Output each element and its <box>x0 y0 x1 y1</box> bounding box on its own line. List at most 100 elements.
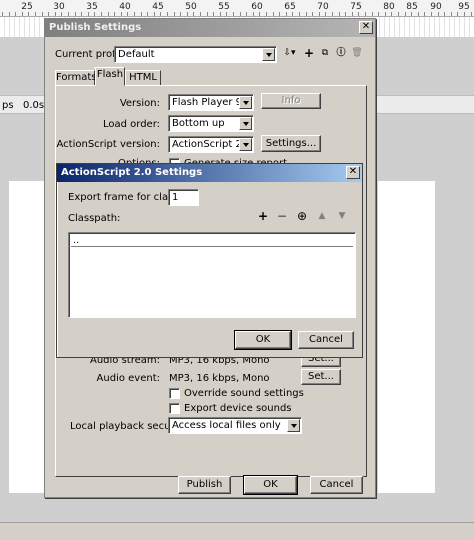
add-profile-icon[interactable]: + <box>302 47 316 61</box>
ruler-tick <box>272 12 274 16</box>
ruler-tick <box>266 12 267 16</box>
version-label: Version: <box>119 98 160 109</box>
remove-path-icon[interactable]: − <box>275 210 289 224</box>
local-playback-security-value: Access local files only <box>172 420 281 431</box>
ok-button[interactable]: OK <box>243 475 298 495</box>
publish-settings-titlebar[interactable]: Publish Settings ✕ <box>45 19 375 37</box>
tab-formats[interactable]: Formats <box>55 70 96 86</box>
browse-to-path-icon[interactable]: ⊕ <box>295 210 309 224</box>
ruler-tick <box>28 12 30 16</box>
load-order-select[interactable]: Bottom up <box>168 115 254 132</box>
actionscript-settings-button[interactable]: Settings... <box>261 135 321 152</box>
list-item[interactable]: .. <box>71 235 353 247</box>
ruler-tick <box>48 12 50 16</box>
ruler-tick <box>41 12 43 16</box>
audio-event-label: Audio event: <box>96 373 160 384</box>
publish-button[interactable]: Publish <box>178 476 231 494</box>
export-frame-input[interactable]: 1 <box>168 189 199 206</box>
classpath-list[interactable]: .. <box>68 232 356 318</box>
actionscript-version-select[interactable]: ActionScript 2.0 <box>168 136 254 153</box>
move-down-icon[interactable]: ▼ <box>335 210 349 224</box>
ruler-tick <box>153 12 155 16</box>
ruler-tick <box>54 12 56 16</box>
dialog-title: Publish Settings <box>49 22 142 33</box>
actionscript-settings-titlebar[interactable]: ActionScript 2.0 Settings ✕ <box>57 164 362 182</box>
ruler-tick <box>246 12 248 16</box>
ruler-number: 50 <box>185 2 197 12</box>
stage-area <box>378 181 435 493</box>
ruler-tick <box>351 12 353 16</box>
cancel-button[interactable]: Cancel <box>310 476 363 494</box>
ruler-number: 45 <box>152 2 164 12</box>
audio-event-value: MP3, 16 kbps, Mono <box>169 373 270 384</box>
ok-button[interactable]: OK <box>234 330 292 350</box>
ruler-number: 30 <box>53 2 65 12</box>
ruler-number: 95 <box>458 2 470 12</box>
ruler-tick <box>200 12 201 16</box>
import-export-profile-icon[interactable]: ⇩▾ <box>281 47 298 61</box>
add-path-icon[interactable]: + <box>256 210 270 224</box>
dialog-title: ActionScript 2.0 Settings <box>61 167 203 178</box>
version-select[interactable]: Flash Player 9 <box>168 94 254 111</box>
ruler-tick <box>134 12 135 16</box>
delete-profile-icon[interactable]: 🗑 <box>350 47 364 61</box>
ruler-tick <box>338 12 340 16</box>
frame-rate-readout: ps <box>2 100 14 111</box>
ruler-tick <box>213 12 215 16</box>
ruler-tick <box>206 12 208 16</box>
ruler-tick <box>160 12 162 16</box>
ruler-tick <box>252 12 254 16</box>
export-device-sounds-checkbox[interactable] <box>169 403 180 414</box>
duplicate-profile-icon[interactable]: ⧉ <box>318 47 332 61</box>
ruler-tick <box>120 12 122 16</box>
ruler-tick <box>239 12 241 16</box>
ruler-tick <box>94 12 96 16</box>
ruler-tick <box>444 12 446 16</box>
load-order-label: Load order: <box>102 119 160 130</box>
ruler-tick <box>358 12 360 16</box>
ruler-tick <box>384 12 386 16</box>
ruler-number: 40 <box>119 2 131 12</box>
ruler-tick <box>81 12 83 16</box>
export-device-sounds-label: Export device sounds <box>184 403 292 414</box>
close-button[interactable]: ✕ <box>359 21 373 34</box>
ruler-number: 80 <box>383 2 395 12</box>
profile-info-icon[interactable]: ⓘ <box>334 47 348 61</box>
chevron-down-icon <box>239 117 252 130</box>
profile-select[interactable]: Default <box>114 46 277 63</box>
audio-event-set-button[interactable]: Set... <box>301 369 341 385</box>
ruler-number: 65 <box>284 2 296 12</box>
ruler-tick <box>147 12 149 16</box>
close-icon: ✕ <box>361 21 371 32</box>
tab-flash[interactable]: Flash <box>95 67 125 86</box>
actionscript-version-label: ActionScript version: <box>56 139 161 150</box>
tab-html[interactable]: HTML <box>125 70 161 86</box>
elapsed-time-readout: 0.0s <box>23 100 45 111</box>
ruler-tick <box>226 12 228 16</box>
ruler-number: 60 <box>251 2 263 12</box>
ruler-tick <box>404 12 406 16</box>
timeline-ruler: 25 30 35 40 45 50 55 60 65 70 75 80 85 9… <box>0 0 474 17</box>
ruler-tick <box>193 12 195 16</box>
close-icon: ✕ <box>348 166 358 177</box>
ruler-tick <box>114 12 116 16</box>
local-playback-security-select[interactable]: Access local files only <box>168 417 302 434</box>
move-up-icon[interactable]: ▲ <box>315 210 329 224</box>
ruler-tick <box>292 12 294 16</box>
ruler-tick <box>378 12 380 16</box>
ruler-tick <box>365 12 366 16</box>
ruler-tick <box>470 12 472 16</box>
ruler-tick <box>411 12 413 16</box>
info-button[interactable]: Info <box>261 93 321 109</box>
ruler-tick <box>312 12 314 16</box>
ruler-tick <box>107 12 109 16</box>
ruler-tick <box>398 12 399 16</box>
classpath-label: Classpath: <box>68 213 121 224</box>
override-sound-checkbox[interactable] <box>169 388 180 399</box>
cancel-button[interactable]: Cancel <box>298 331 354 349</box>
chevron-down-icon <box>262 48 275 61</box>
ruler-tick <box>325 12 327 16</box>
ruler-tick <box>21 12 23 16</box>
close-button[interactable]: ✕ <box>346 166 360 179</box>
ruler-tick <box>431 12 432 16</box>
